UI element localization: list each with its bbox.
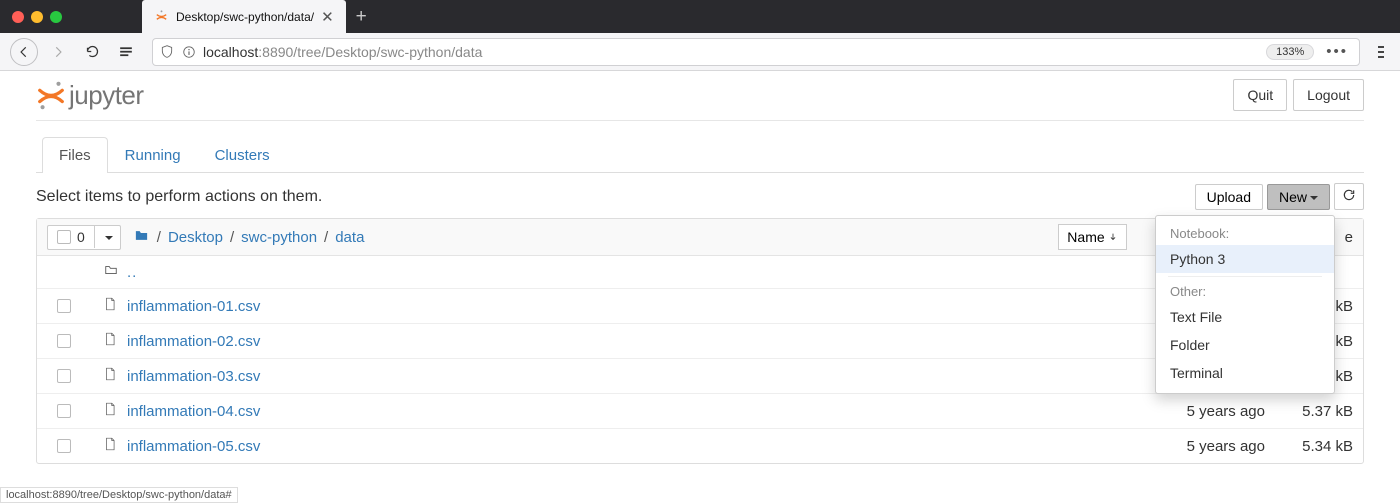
row-checkbox[interactable] bbox=[57, 404, 71, 418]
jupyter-header: jupyter Quit Logout bbox=[36, 71, 1364, 115]
select-all-dropdown[interactable]: 0 bbox=[47, 225, 121, 250]
url-text: localhost:8890/tree/Desktop/swc-python/d… bbox=[203, 44, 482, 60]
file-link[interactable]: inflammation-02.csv bbox=[127, 333, 260, 350]
browser-tab-title: Desktop/swc-python/data/ bbox=[176, 10, 314, 24]
logout-button[interactable]: Logout bbox=[1293, 79, 1364, 111]
new-menu-text-file[interactable]: Text File bbox=[1156, 303, 1334, 331]
file-icon bbox=[103, 296, 121, 316]
file-icon bbox=[103, 401, 121, 421]
url-bar[interactable]: localhost:8890/tree/Desktop/swc-python/d… bbox=[152, 38, 1360, 66]
arrow-down-icon bbox=[1108, 232, 1118, 242]
reload-icon bbox=[85, 44, 100, 59]
folder-icon[interactable] bbox=[133, 228, 150, 247]
file-modified: 5 years ago bbox=[1155, 403, 1265, 420]
jupyter-favicon-icon bbox=[154, 9, 169, 24]
file-row: inflammation-05.csv 5 years ago 5.34 kB bbox=[37, 429, 1363, 463]
reader-icon bbox=[118, 45, 134, 59]
quit-button[interactable]: Quit bbox=[1233, 79, 1287, 111]
file-link[interactable]: inflammation-01.csv bbox=[127, 298, 260, 315]
upload-button[interactable]: Upload bbox=[1195, 184, 1263, 210]
back-button[interactable] bbox=[10, 38, 38, 66]
breadcrumb-desktop[interactable]: Desktop bbox=[168, 229, 223, 246]
new-menu-other-label: Other: bbox=[1156, 280, 1334, 303]
file-row: inflammation-04.csv 5 years ago 5.37 kB bbox=[37, 394, 1363, 429]
sort-name-button[interactable]: Name bbox=[1058, 224, 1126, 250]
file-link[interactable]: inflammation-03.csv bbox=[127, 368, 260, 385]
close-window-button[interactable] bbox=[12, 11, 24, 23]
folder-outline-icon bbox=[103, 263, 121, 281]
info-icon[interactable] bbox=[181, 44, 196, 59]
jupyter-logo-icon bbox=[36, 80, 66, 110]
reload-button[interactable] bbox=[78, 38, 106, 66]
browser-tab-bar: Desktop/swc-python/data/ ✕ + bbox=[0, 0, 1400, 33]
new-menu-folder[interactable]: Folder bbox=[1156, 331, 1334, 359]
file-link[interactable]: inflammation-04.csv bbox=[127, 403, 260, 420]
row-checkbox[interactable] bbox=[57, 334, 71, 348]
new-tab-button[interactable]: + bbox=[346, 0, 377, 33]
browser-toolbar: localhost:8890/tree/Desktop/swc-python/d… bbox=[0, 33, 1400, 71]
row-checkbox[interactable] bbox=[57, 299, 71, 313]
shield-icon bbox=[159, 44, 174, 59]
close-tab-icon[interactable]: ✕ bbox=[321, 8, 334, 26]
tab-running[interactable]: Running bbox=[108, 137, 198, 173]
new-menu-terminal[interactable]: Terminal bbox=[1156, 359, 1334, 387]
jupyter-logo-text: jupyter bbox=[69, 80, 144, 111]
selection-count: 0 bbox=[77, 229, 85, 245]
size-header-fragment: e bbox=[1345, 229, 1353, 246]
app-menu-button[interactable] bbox=[1372, 46, 1390, 58]
file-size: 5.34 kB bbox=[1283, 438, 1353, 455]
arrow-right-icon bbox=[51, 45, 65, 59]
window-controls bbox=[8, 0, 72, 33]
file-icon bbox=[103, 366, 121, 386]
zoom-indicator[interactable]: 133% bbox=[1266, 44, 1314, 60]
refresh-button[interactable] bbox=[1334, 183, 1364, 210]
help-text: Select items to perform actions on them. bbox=[36, 188, 322, 206]
file-size: 5.37 kB bbox=[1283, 403, 1353, 420]
page-actions-icon[interactable]: ••• bbox=[1321, 43, 1353, 60]
row-checkbox[interactable] bbox=[57, 369, 71, 383]
new-menu-notebook-label: Notebook: bbox=[1156, 222, 1334, 245]
new-button[interactable]: New bbox=[1267, 184, 1330, 210]
forward-button[interactable] bbox=[44, 38, 72, 66]
caret-down-icon bbox=[1310, 196, 1318, 200]
caret-down-icon bbox=[105, 236, 113, 240]
tab-files[interactable]: Files bbox=[42, 137, 108, 173]
file-link[interactable]: inflammation-05.csv bbox=[127, 438, 260, 455]
arrow-left-icon bbox=[17, 45, 31, 59]
parent-dir-link[interactable]: .. bbox=[127, 264, 137, 281]
tab-clusters[interactable]: Clusters bbox=[198, 137, 287, 173]
file-panel: 0 / Desktop / swc-python / data Name e N… bbox=[36, 218, 1364, 464]
file-icon bbox=[103, 436, 121, 456]
reader-button[interactable] bbox=[112, 38, 140, 66]
file-modified: 5 years ago bbox=[1155, 438, 1265, 455]
dashboard-tabs: Files Running Clusters bbox=[36, 137, 1364, 173]
select-all-checkbox[interactable] bbox=[57, 230, 71, 244]
status-bar: localhost:8890/tree/Desktop/swc-python/d… bbox=[0, 487, 238, 503]
new-menu: Notebook: Python 3 Other: Text File Fold… bbox=[1155, 215, 1335, 394]
breadcrumb-data[interactable]: data bbox=[335, 229, 364, 246]
maximize-window-button[interactable] bbox=[50, 11, 62, 23]
breadcrumb: / Desktop / swc-python / data bbox=[133, 228, 365, 247]
breadcrumb-swc-python[interactable]: swc-python bbox=[241, 229, 317, 246]
row-checkbox[interactable] bbox=[57, 439, 71, 453]
file-icon bbox=[103, 331, 121, 351]
new-menu-python3[interactable]: Python 3 bbox=[1156, 245, 1334, 273]
browser-tab-active[interactable]: Desktop/swc-python/data/ ✕ bbox=[142, 0, 346, 33]
jupyter-logo[interactable]: jupyter bbox=[36, 80, 144, 111]
refresh-icon bbox=[1342, 188, 1356, 202]
minimize-window-button[interactable] bbox=[31, 11, 43, 23]
